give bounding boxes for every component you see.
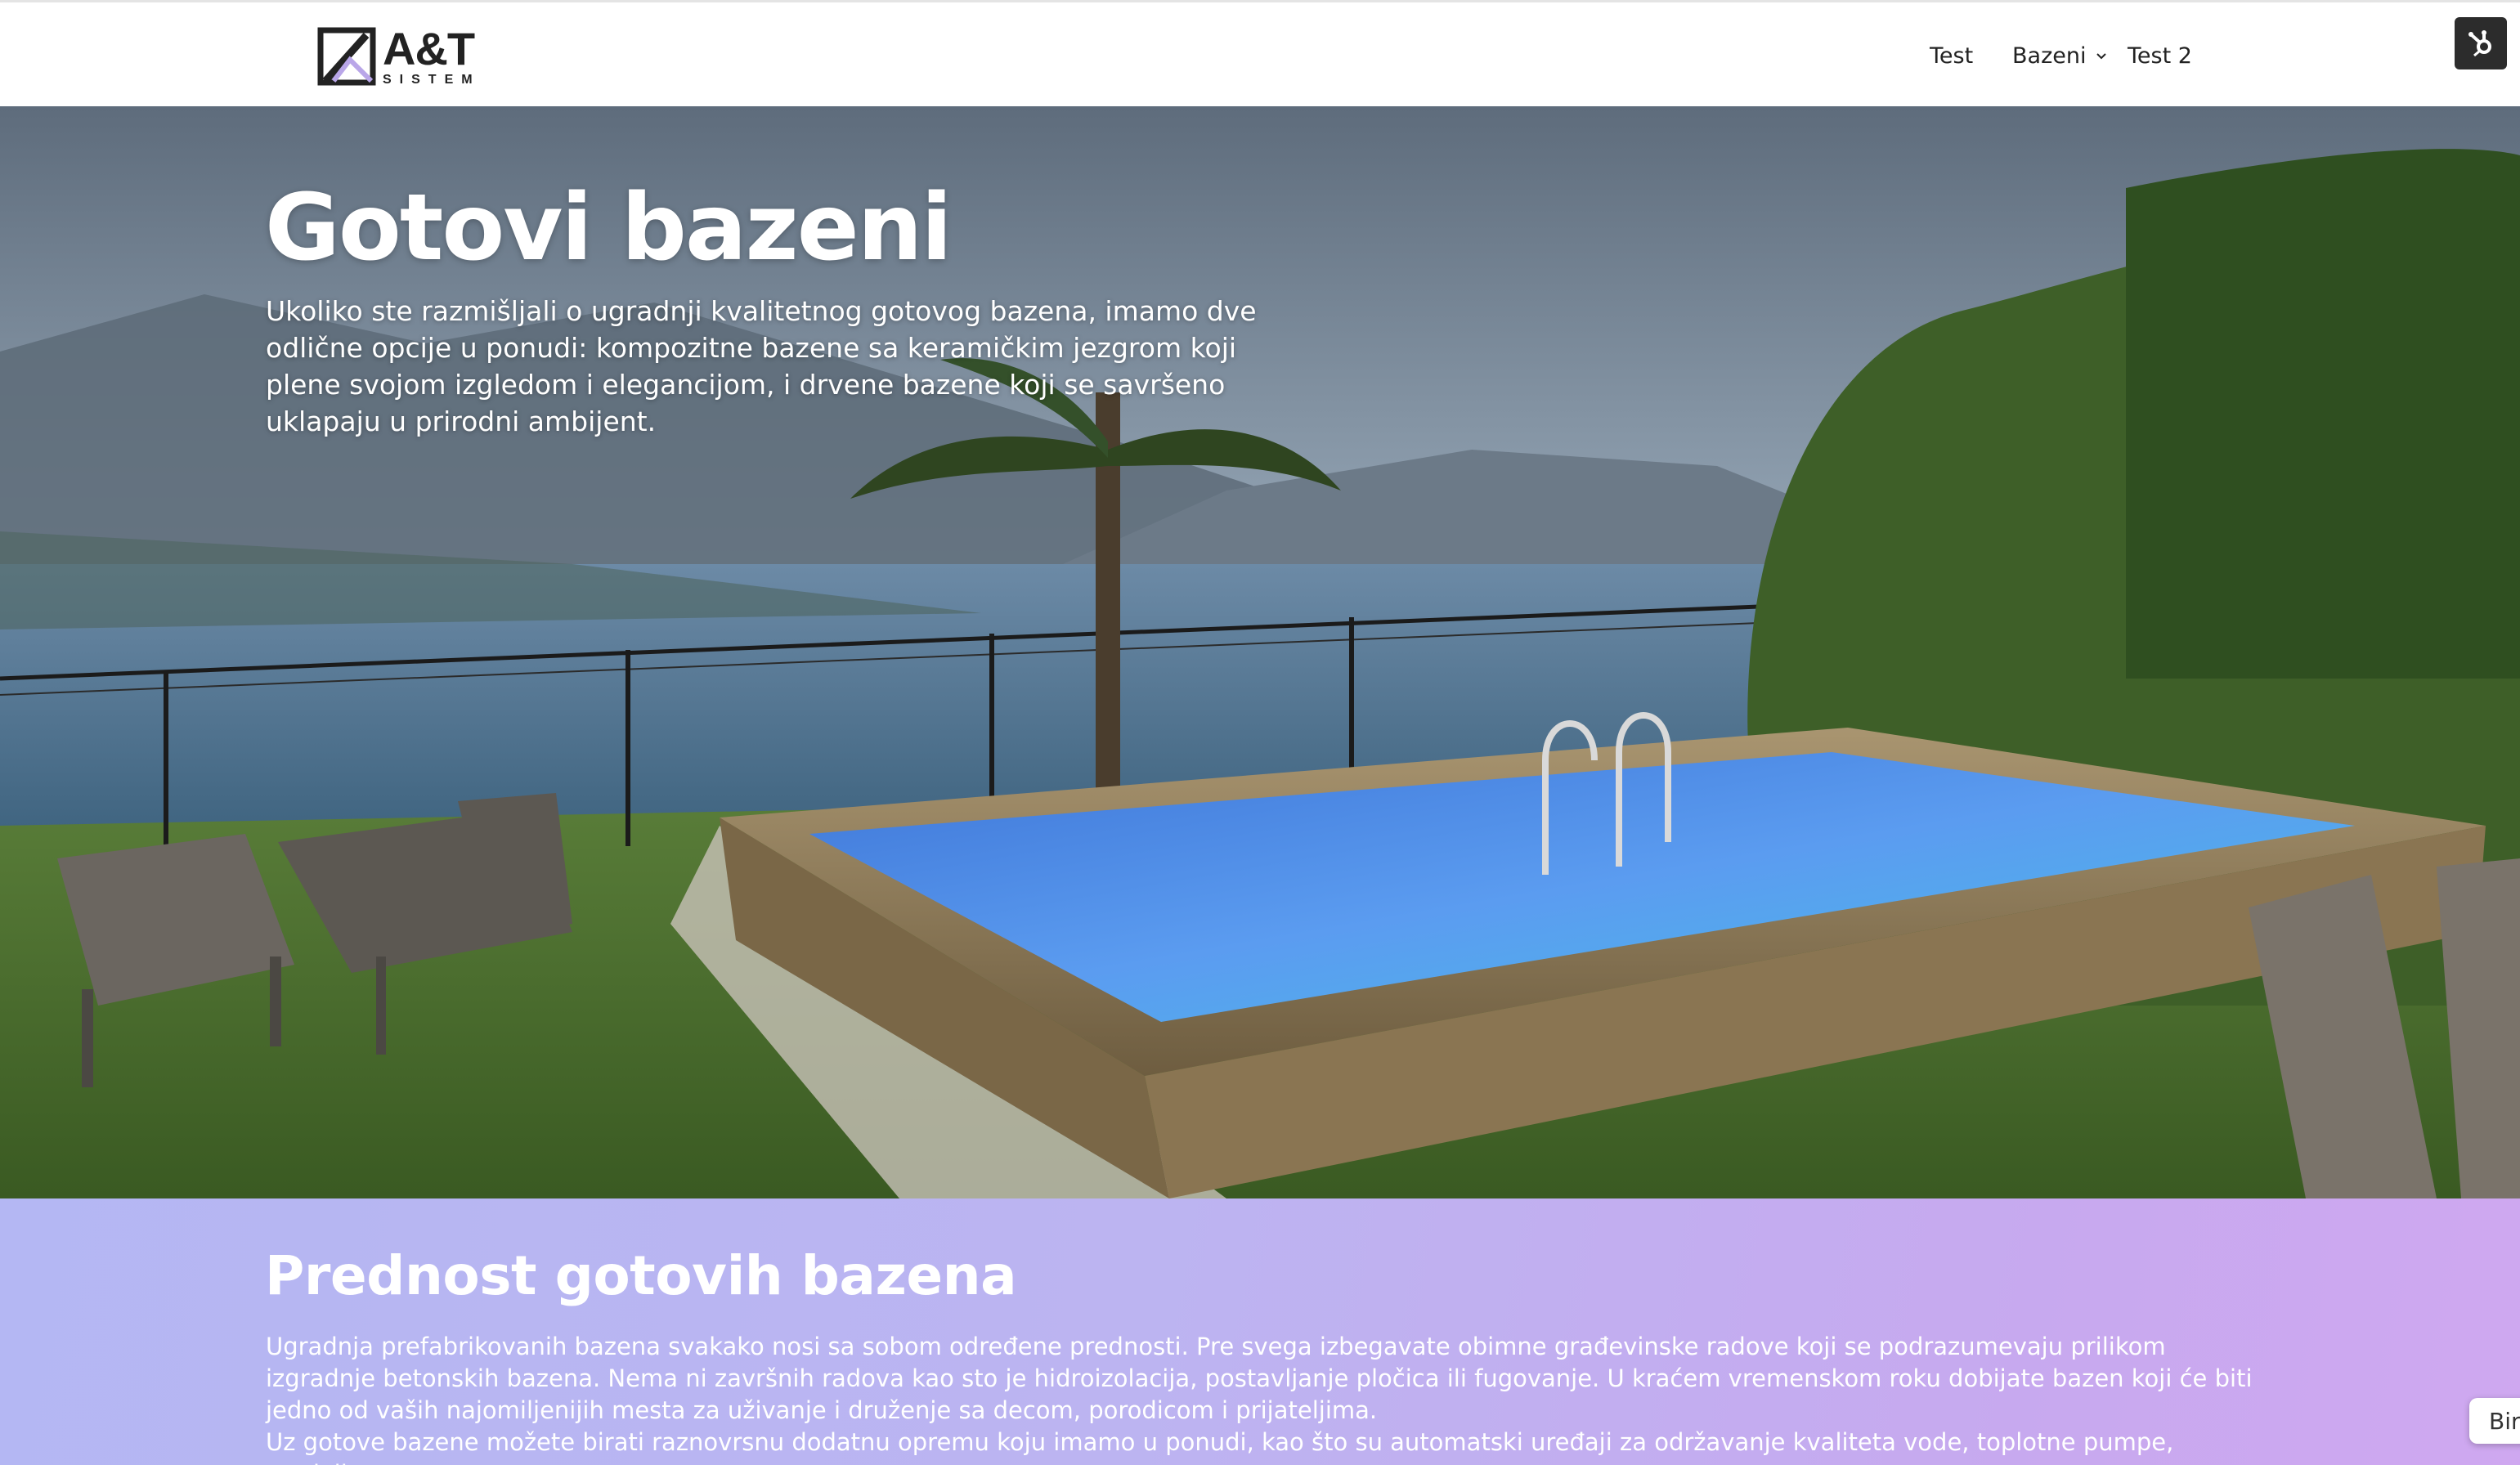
nav-item-test[interactable]: Test	[1930, 43, 1973, 69]
advantages-paragraph-2: Uz gotove bazene možete birati raznovrsn…	[266, 1428, 2174, 1465]
nav-item-test-label: Test	[1930, 43, 1974, 69]
hero-description: Ukoliko ste razmišljali o ugradnji kvali…	[266, 295, 1257, 437]
advantages-text: Ugradnja prefabrikovanih bazena svakako …	[266, 1331, 2253, 1465]
site-header: A&T SISTEM Test Bazeni Test 2	[0, 0, 2520, 106]
hero-title: Gotovi bazeni	[265, 175, 953, 281]
nav-item-test-2[interactable]: Test 2	[2128, 43, 2192, 69]
logo-sub-text: SISTEM	[383, 73, 481, 87]
logo-main-text: A&T	[383, 23, 475, 74]
hubspot-icon	[2468, 30, 2491, 57]
advantages-section: Prednost gotovih bazena Ugradnja prefabr…	[0, 1198, 2520, 1465]
hubspot-button[interactable]	[2455, 17, 2507, 69]
site-logo[interactable]: A&T SISTEM	[317, 26, 481, 87]
nav-item-test-2-label: Test 2	[2128, 43, 2192, 69]
advantages-title: Prednost gotovih bazena	[265, 1244, 1017, 1307]
logo-mark-icon	[317, 27, 376, 86]
logo-text: A&T SISTEM	[383, 26, 481, 87]
advantages-paragraph-1: Ugradnja prefabrikovanih bazena svakako …	[266, 1333, 2253, 1424]
chat-tab[interactable]: Bir	[2469, 1398, 2520, 1444]
nav-item-bazeni[interactable]: Bazeni	[2012, 43, 2107, 69]
hero-section: Gotovi bazeni Ukoliko ste razmišljali o …	[0, 106, 2520, 1198]
nav-item-bazeni-label: Bazeni	[2012, 43, 2087, 69]
chevron-down-icon	[2096, 52, 2107, 59]
chat-tab-label: Bir	[2489, 1408, 2520, 1435]
